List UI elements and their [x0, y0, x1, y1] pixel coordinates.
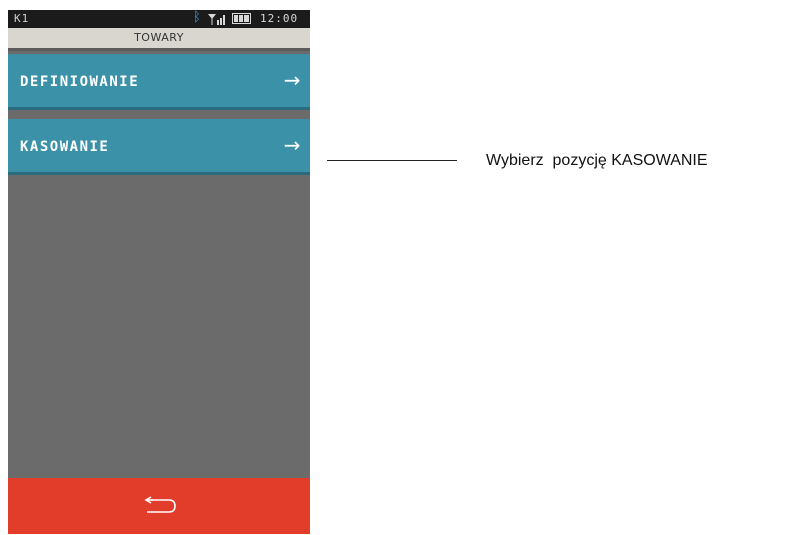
arrow-right-icon: →	[283, 133, 302, 157]
battery-icon	[232, 13, 251, 24]
callout-text: Wybierz pozycję KASOWANIE	[486, 152, 708, 169]
cashier-label: K1	[14, 12, 30, 25]
menu-item-label: KASOWANIE	[20, 139, 110, 155]
status-bar: K1 ᛒ 12:00	[8, 10, 310, 28]
screen-title: TOWARY	[8, 28, 310, 51]
bluetooth-icon: ᛒ	[193, 10, 201, 25]
device-screen: K1 ᛒ 12:00 TOWARY DEFINIOWANIE → KASOWAN…	[8, 10, 310, 534]
menu-item-label: DEFINIOWANIE	[20, 74, 140, 90]
bottom-bar	[8, 478, 310, 534]
clock: 12:00	[260, 12, 299, 25]
back-icon[interactable]	[143, 496, 177, 516]
signal-icon	[208, 14, 225, 25]
arrow-right-icon: →	[283, 68, 302, 92]
callout-line	[327, 160, 457, 161]
menu-item-definiowanie[interactable]: DEFINIOWANIE →	[8, 54, 310, 110]
menu-item-kasowanie[interactable]: KASOWANIE →	[8, 119, 310, 175]
